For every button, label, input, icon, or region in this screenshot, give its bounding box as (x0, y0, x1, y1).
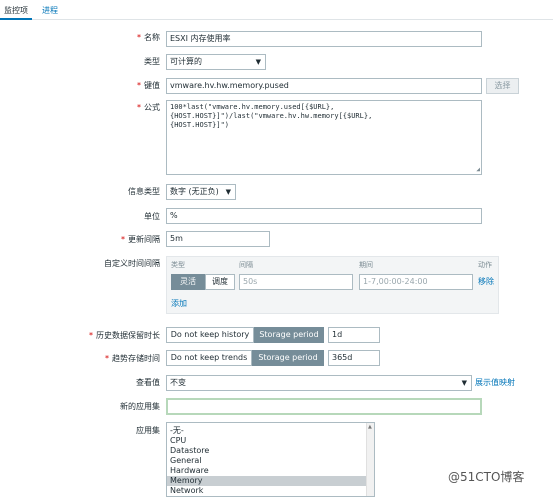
list-item[interactable]: -无- (167, 426, 374, 436)
list-item[interactable]: Datastore (167, 446, 374, 456)
required-marker: * (105, 354, 109, 363)
custom-intervals-label: 自定义时间间隔 (104, 259, 160, 268)
units-input[interactable]: % (166, 208, 482, 224)
history-label: * 历史数据保留时长 (89, 331, 160, 340)
header-period: 期间 (359, 261, 373, 269)
trends-period-input[interactable]: 365d (328, 350, 380, 366)
tab-items[interactable]: 监控项 (0, 4, 32, 20)
info-type-label: 信息类型 (128, 187, 160, 196)
interval-input[interactable]: 50s (239, 274, 353, 290)
list-item[interactable]: CPU (167, 436, 374, 446)
mode-scheduling-button[interactable]: 调度 (205, 274, 235, 290)
type-label: 类型 (144, 57, 160, 66)
trends-do-not-keep-button[interactable]: Do not keep trends (166, 350, 252, 366)
formula-line: {HOST.HOST}]") (170, 121, 230, 129)
trends-storage-period-button[interactable]: Storage period (252, 350, 324, 366)
required-marker: * (89, 331, 93, 340)
show-value-label: 查看值 (136, 378, 160, 387)
show-value-select[interactable]: 不变 ▼ (166, 375, 472, 391)
required-marker: * (137, 33, 141, 42)
required-marker: * (137, 81, 141, 90)
listbox-scrollbar[interactable]: ▲ (366, 423, 374, 496)
info-type-select[interactable]: 数字 (无正负) ▼ (166, 184, 236, 200)
required-marker: * (137, 103, 141, 112)
key-input[interactable]: vmware.hv.hw.memory.pused (166, 78, 482, 94)
mode-flexible-button[interactable]: 灵活 (171, 274, 205, 290)
tab-processes[interactable]: 进程 (38, 4, 62, 20)
period-input[interactable]: 1-7,00:00-24:00 (359, 274, 473, 290)
new-application-input[interactable] (166, 398, 482, 415)
list-item-selected[interactable]: Memory (167, 476, 374, 486)
trends-label: * 趋势存储时间 (105, 354, 160, 363)
tab-bar: 监控项 进程 (0, 0, 553, 20)
name-input[interactable]: ESXI 内存使用率 (166, 31, 482, 47)
header-type: 类型 (171, 261, 185, 269)
add-interval-link[interactable]: 添加 (171, 298, 187, 310)
update-interval-label: * 更新间隔 (121, 235, 160, 244)
update-interval-input[interactable]: 5m (166, 231, 270, 247)
header-interval: 间隔 (239, 261, 253, 269)
applications-listbox[interactable]: -无- CPU Datastore General Hardware Memor… (166, 422, 375, 497)
applications-label: 应用集 (136, 426, 160, 435)
name-label: * 名称 (137, 33, 160, 42)
history-storage-period-button[interactable]: Storage period (254, 327, 324, 343)
list-item[interactable]: General (167, 456, 374, 466)
remove-link[interactable]: 移除 (478, 276, 494, 288)
formula-label: * 公式 (137, 103, 160, 112)
caret-down-icon: ▼ (461, 379, 467, 387)
caret-down-icon: ▼ (255, 58, 261, 66)
formula-line: 100*last("vmware.hv.memory.used[{$URL}, (170, 103, 335, 111)
key-label: * 键值 (137, 81, 160, 90)
formula-line: {HOST.HOST}]")/last("vmware.hv.hw.memory… (170, 112, 373, 120)
value-mapping-link[interactable]: 展示值映射 (475, 377, 515, 389)
custom-intervals-panel: 类型 间隔 期间 动作 灵活 调度 50s 1-7,00:00-24:00 移除… (166, 256, 499, 314)
select-key-button[interactable]: 选择 (486, 78, 519, 94)
watermark: @51CTO博客 (448, 470, 525, 484)
header-action: 动作 (478, 261, 492, 269)
units-label: 单位 (144, 212, 160, 221)
history-period-input[interactable]: 1d (328, 327, 380, 343)
caret-down-icon: ▼ (225, 188, 231, 196)
list-item[interactable]: Hardware (167, 466, 374, 476)
required-marker: * (121, 235, 125, 244)
new-application-label: 新的应用集 (120, 402, 160, 411)
formula-textarea[interactable]: 100*last("vmware.hv.memory.used[{$URL}, … (166, 100, 482, 175)
history-do-not-keep-button[interactable]: Do not keep history (166, 327, 254, 343)
resize-handle-icon[interactable]: ◢ (476, 167, 480, 173)
type-select[interactable]: 可计算的 ▼ (166, 54, 266, 70)
scroll-up-icon[interactable]: ▲ (368, 424, 372, 430)
list-item[interactable]: Network (167, 486, 374, 496)
